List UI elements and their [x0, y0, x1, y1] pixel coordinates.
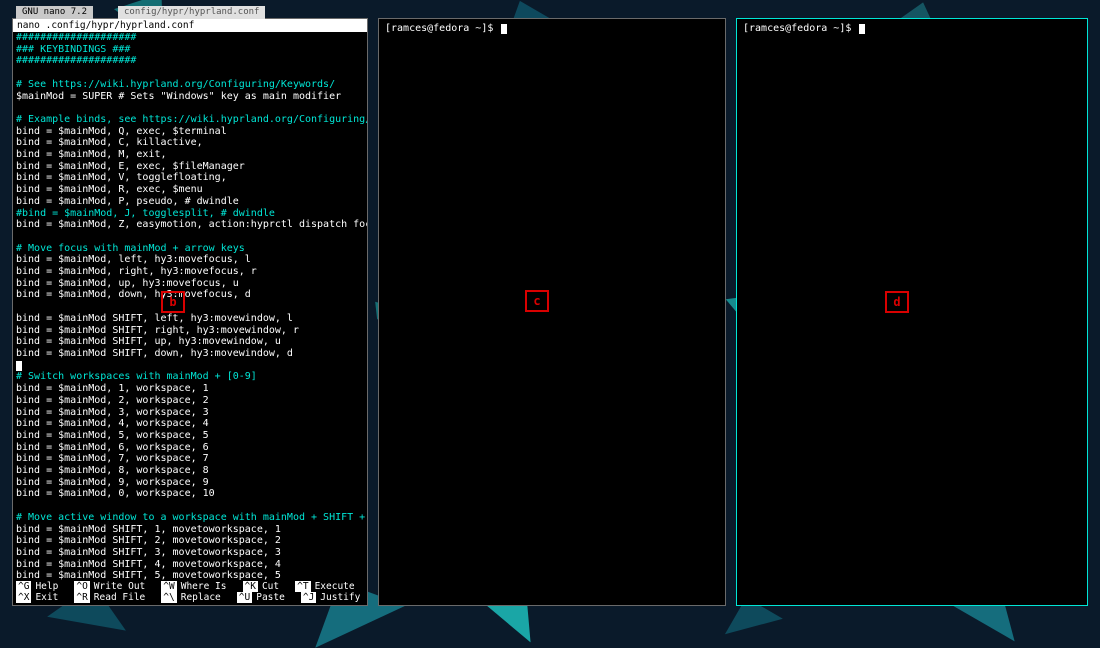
nano-editor-content[interactable]: ####################### KEYBINDINGS ####…: [13, 32, 367, 582]
nano-help-key: ^X: [16, 592, 31, 603]
editor-line: ####################: [16, 55, 364, 67]
editor-line: # See https://wiki.hyprland.org/Configur…: [16, 79, 364, 91]
editor-line: bind = $mainMod, M, exit,: [16, 149, 364, 161]
nano-help-key: ^K: [243, 581, 258, 592]
editor-line: bind = $mainMod SHIFT, 1, movetoworkspac…: [16, 524, 364, 536]
editor-line: bind = $mainMod, left, hy3:movefocus, l: [16, 254, 364, 266]
editor-line: bind = $mainMod SHIFT, up, hy3:movewindo…: [16, 336, 364, 348]
nano-help-item: ^\ Replace: [161, 592, 221, 603]
editor-line: bind = $mainMod SHIFT, right, hy3:movewi…: [16, 325, 364, 337]
nano-help-item: ^X Exit: [16, 592, 58, 603]
terminal-pane-middle[interactable]: [ramces@fedora ~]$: [378, 18, 726, 606]
nano-help-key: ^T: [295, 581, 310, 592]
terminal-pane-right[interactable]: [ramces@fedora ~]$: [736, 18, 1088, 606]
editor-line: bind = $mainMod, R, exec, $menu: [16, 184, 364, 196]
editor-line: # Example binds, see https://wiki.hyprla…: [16, 114, 364, 126]
editor-line: bind = $mainMod SHIFT, down, hy3:movewin…: [16, 348, 364, 360]
editor-line: [16, 360, 364, 372]
editor-line: bind = $mainMod, 0, workspace, 10: [16, 488, 364, 500]
editor-line: [16, 231, 364, 243]
editor-line: bind = $mainMod, 4, workspace, 4: [16, 418, 364, 430]
shell-prompt[interactable]: [ramces@fedora ~]$: [385, 23, 507, 34]
editor-line: bind = $mainMod, 6, workspace, 6: [16, 442, 364, 454]
editor-line: [16, 500, 364, 512]
editor-line: #bind = $mainMod, J, togglesplit, # dwin…: [16, 208, 364, 220]
nano-help-label: Paste: [256, 592, 285, 603]
nano-header: nano .config/hypr/hyprland.conf: [13, 19, 367, 32]
nano-help-item: ^K Cut: [243, 581, 280, 592]
editor-line: bind = $mainMod, 5, workspace, 5: [16, 430, 364, 442]
editor-line: ### KEYBINDINGS ###: [16, 44, 364, 56]
editor-line: [16, 301, 364, 313]
editor-line: bind = $mainMod, P, pseudo, # dwindle: [16, 196, 364, 208]
editor-line: bind = $mainMod, 9, workspace, 9: [16, 477, 364, 489]
nano-help-item: ^W Where Is: [161, 581, 226, 592]
editor-line: bind = $mainMod, Z, easymotion, action:h…: [16, 219, 364, 231]
annotation-b: b: [161, 291, 185, 313]
nano-help-label: Write Out: [94, 581, 145, 592]
editor-line: bind = $mainMod, C, killactive,: [16, 137, 364, 149]
nano-help-item: ^U Paste: [237, 592, 285, 603]
cursor-block-icon: [16, 361, 22, 371]
shell-prompt[interactable]: [ramces@fedora ~]$: [743, 23, 865, 34]
editor-line: # Switch workspaces with mainMod + [0-9]: [16, 371, 364, 383]
editor-line: bind = $mainMod, right, hy3:movefocus, r: [16, 266, 364, 278]
editor-line: bind = $mainMod, 7, workspace, 7: [16, 453, 364, 465]
nano-help-item: ^T Execute: [295, 581, 355, 592]
nano-help-label: Where Is: [181, 581, 227, 592]
editor-line: [16, 102, 364, 114]
editor-line: $mainMod = SUPER # Sets "Windows" key as…: [16, 91, 364, 103]
annotation-c: c: [525, 290, 549, 312]
nano-help-key: ^O: [74, 581, 89, 592]
editor-line: bind = $mainMod, 1, workspace, 1: [16, 383, 364, 395]
nano-help-key: ^\: [161, 592, 176, 603]
nano-help-key: ^W: [161, 581, 176, 592]
editor-line: # Move focus with mainMod + arrow keys: [16, 243, 364, 255]
nano-help-item: ^O Write Out: [74, 581, 145, 592]
nano-help-key: ^J: [301, 592, 316, 603]
editor-line: bind = $mainMod, 8, workspace, 8: [16, 465, 364, 477]
nano-help-label: Cut: [262, 581, 279, 592]
nano-help-bar: ^G Help ^O Write Out ^W Where Is ^K Cut ^T Execut…: [13, 580, 367, 605]
editor-line: bind = $mainMod SHIFT, 2, movetoworkspac…: [16, 535, 364, 547]
editor-line: bind = $mainMod, down, hy3:movefocus, d: [16, 289, 364, 301]
cursor-block-icon: [859, 24, 865, 34]
editor-line: bind = $mainMod, Q, exec, $terminal: [16, 126, 364, 138]
nano-help-label: Exit: [35, 592, 58, 603]
nano-help-label: Execute: [315, 581, 355, 592]
nano-help-label: Read File: [94, 592, 145, 603]
editor-line: bind = $mainMod, V, togglefloating,: [16, 172, 364, 184]
editor-line: ####################: [16, 32, 364, 44]
nano-help-label: Help: [35, 581, 58, 592]
window-title: GNU nano 7.2: [16, 6, 93, 19]
editor-line: bind = $mainMod, up, hy3:movefocus, u: [16, 278, 364, 290]
nano-help-key: ^U: [237, 592, 252, 603]
editor-line: [16, 67, 364, 79]
editor-line: bind = $mainMod SHIFT, 3, movetoworkspac…: [16, 547, 364, 559]
cursor-block-icon: [501, 24, 507, 34]
editor-line: bind = $mainMod, 3, workspace, 3: [16, 407, 364, 419]
prompt-text: [ramces@fedora ~]$: [743, 23, 851, 34]
nano-help-item: ^J Justify: [301, 592, 361, 603]
editor-line: # Move active window to a workspace with…: [16, 512, 364, 524]
nano-help-item: ^G Help: [16, 581, 58, 592]
nano-help-label: Replace: [181, 592, 221, 603]
terminal-pane-nano[interactable]: nano .config/hypr/hyprland.conf ########…: [12, 18, 368, 606]
nano-help-key: ^G: [16, 581, 31, 592]
nano-help-key: ^R: [74, 592, 89, 603]
nano-help-item: ^R Read File: [74, 592, 145, 603]
prompt-text: [ramces@fedora ~]$: [385, 23, 493, 34]
editor-line: bind = $mainMod SHIFT, 4, movetoworkspac…: [16, 559, 364, 571]
annotation-d: d: [885, 291, 909, 313]
window-path: config/hypr/hyprland.conf: [118, 6, 265, 19]
editor-line: bind = $mainMod SHIFT, left, hy3:movewin…: [16, 313, 364, 325]
editor-line: bind = $mainMod, E, exec, $fileManager: [16, 161, 364, 173]
editor-line: bind = $mainMod, 2, workspace, 2: [16, 395, 364, 407]
nano-help-label: Justify: [320, 592, 360, 603]
